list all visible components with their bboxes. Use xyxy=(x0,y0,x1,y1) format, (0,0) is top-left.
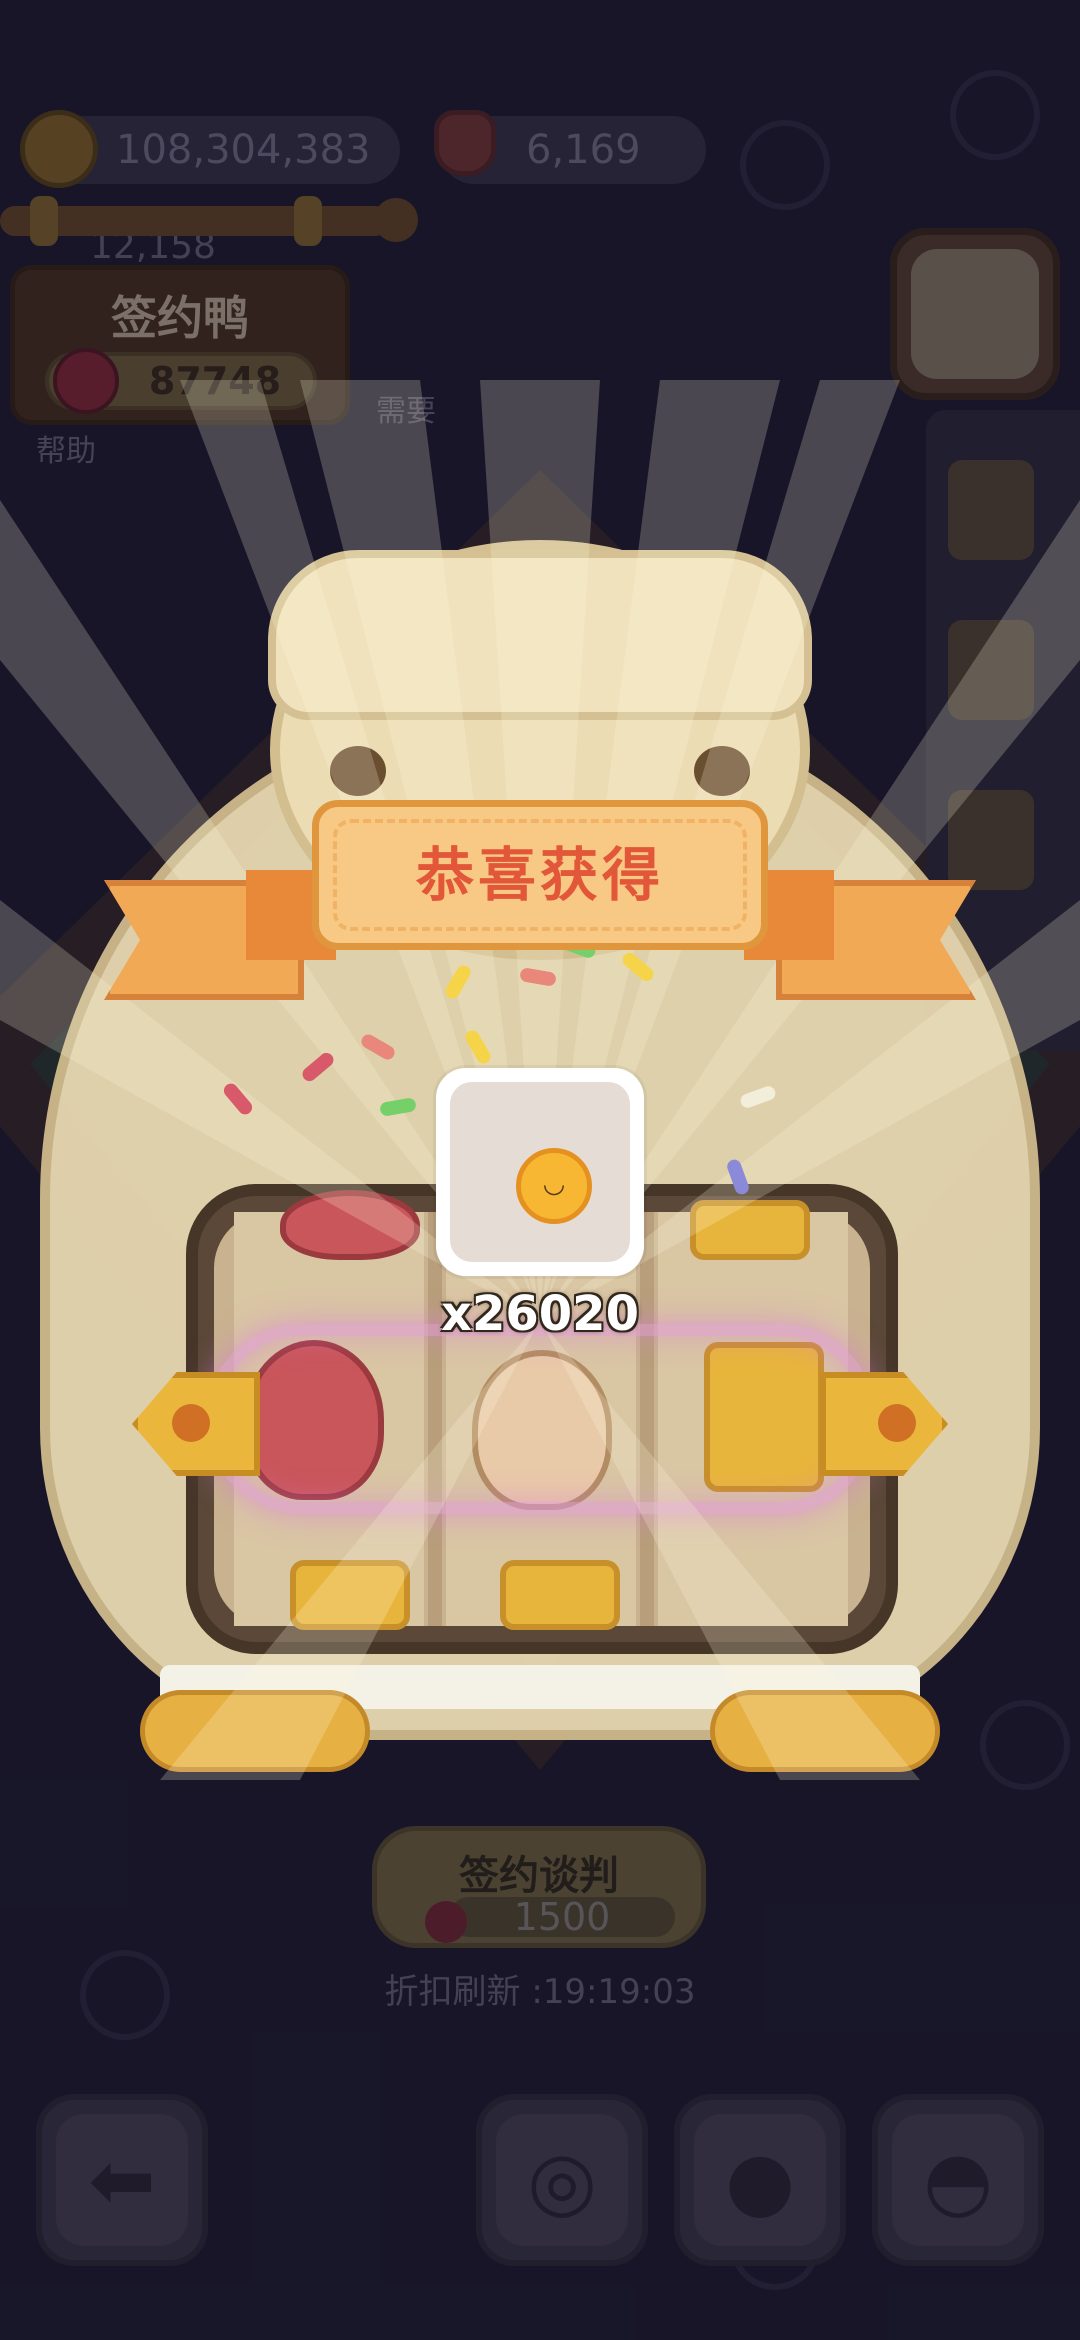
light-ray xyxy=(540,1320,920,1780)
cookie-face: ◡ xyxy=(542,1169,566,1199)
reward-item-slot: ◡ xyxy=(450,1082,630,1262)
light-ray xyxy=(160,1320,540,1780)
reward-item-card: ◡ xyxy=(436,1068,644,1276)
reward-banner-title: 恭喜获得 xyxy=(415,841,664,909)
reward-banner: 恭喜获得 xyxy=(312,800,768,950)
reward-quantity: x26020 xyxy=(441,1286,639,1342)
cookie-coin-icon: ◡ xyxy=(516,1148,592,1224)
